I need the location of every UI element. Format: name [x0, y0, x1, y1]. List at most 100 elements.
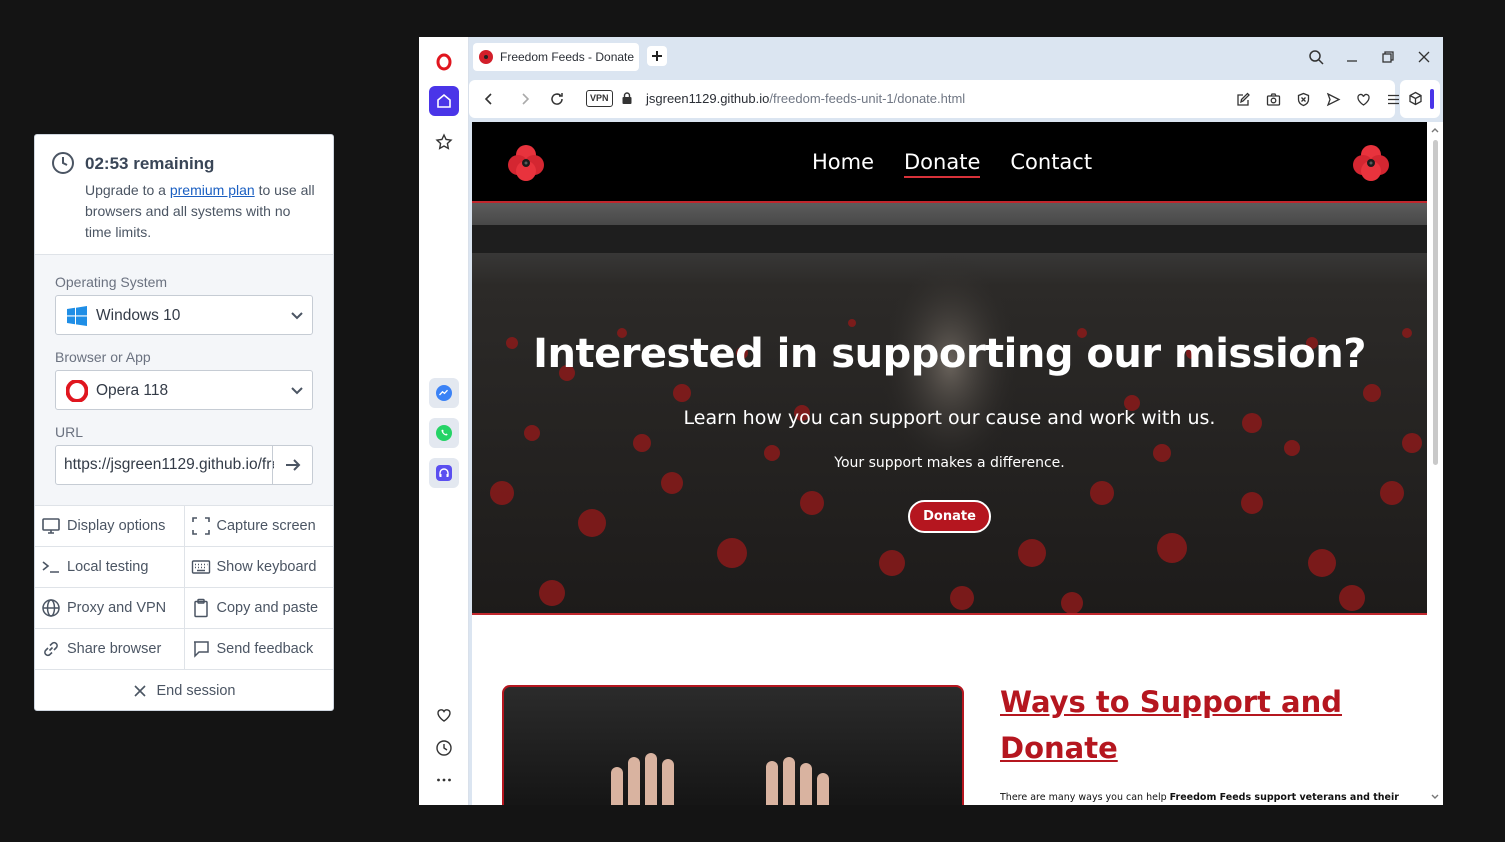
minimize-button[interactable]	[1342, 47, 1362, 67]
scroll-down-icon[interactable]	[1430, 792, 1440, 802]
send-feedback-label: Send feedback	[216, 641, 314, 657]
home-button[interactable]	[429, 86, 459, 116]
browser-window: Freedom Feeds - Donate VPN jsgreen1129.g…	[419, 37, 1443, 805]
browser-label: Browser or App	[55, 349, 151, 365]
arrow-right-icon	[285, 459, 300, 471]
shield-icon	[1297, 92, 1309, 106]
share-browser-label: Share browser	[67, 641, 162, 657]
forward-button[interactable]	[515, 89, 535, 109]
bookmark-heart-button[interactable]	[1354, 90, 1372, 108]
new-tab-button[interactable]	[647, 46, 667, 66]
poppy-favicon-icon	[479, 50, 493, 64]
clipboard-icon	[193, 598, 208, 618]
reload-icon	[551, 93, 563, 105]
heart-icon	[1356, 93, 1370, 106]
clock-icon	[52, 152, 74, 174]
display-options-button[interactable]: Display options	[35, 506, 185, 546]
feedback-icon	[193, 641, 209, 658]
support-heading[interactable]: Ways to Support and Donate	[1000, 679, 1400, 771]
more-button[interactable]	[429, 765, 459, 795]
nav-home-link[interactable]: Home	[812, 150, 874, 178]
session-panel: 02:53 remaining Upgrade to a premium pla…	[34, 134, 334, 711]
send-icon	[1326, 92, 1340, 106]
end-session-button[interactable]: End session	[35, 671, 333, 710]
os-select[interactable]: Windows 10	[55, 295, 313, 335]
extensions-button[interactable]	[1400, 80, 1440, 118]
tab-freedom-feeds[interactable]: Freedom Feeds - Donate	[473, 43, 639, 71]
proxy-vpn-button[interactable]: Proxy and VPN	[35, 588, 185, 628]
local-testing-button[interactable]: Local testing	[35, 547, 185, 587]
home-icon	[437, 93, 451, 108]
show-keyboard-label: Show keyboard	[216, 559, 317, 575]
share-browser-button[interactable]: Share browser	[35, 629, 185, 669]
reload-button[interactable]	[547, 89, 567, 109]
session-actions: Display options Capture screen Local tes…	[35, 506, 333, 670]
url-label: URL	[55, 424, 84, 440]
send-feedback-button[interactable]: Send feedback	[185, 629, 334, 669]
nav-donate-link[interactable]: Donate	[904, 150, 981, 178]
chevron-down-icon	[291, 312, 303, 320]
capture-screen-button[interactable]: Capture screen	[185, 506, 334, 546]
opera-logo-icon	[436, 53, 452, 71]
opera-icon	[66, 380, 88, 402]
copy-paste-button[interactable]: Copy and paste	[185, 588, 334, 628]
opera-menu-button[interactable]	[429, 47, 459, 77]
url-path: /freedom-feeds-unit-1/donate.html	[769, 91, 966, 106]
nav-contact-link[interactable]: Contact	[1010, 150, 1092, 178]
display-options-label: Display options	[67, 518, 166, 534]
support-text-pre: There are many ways you can help	[1000, 792, 1167, 803]
messenger-button[interactable]	[429, 378, 459, 408]
snapshot-button[interactable]	[1264, 90, 1282, 108]
pinboard-button[interactable]	[429, 127, 459, 157]
premium-plan-link[interactable]: premium plan	[170, 182, 255, 198]
keyboard-icon	[191, 560, 210, 574]
tab-title: Freedom Feeds - Donate	[500, 50, 635, 64]
messenger-icon	[436, 385, 452, 401]
edit-button[interactable]	[1234, 90, 1252, 108]
site-nav-links: Home Donate Contact	[812, 150, 1092, 178]
donate-button[interactable]: Donate	[908, 500, 991, 533]
whatsapp-button[interactable]	[429, 418, 459, 448]
whatsapp-icon	[436, 425, 452, 441]
close-icon	[133, 685, 146, 697]
monitor-icon	[42, 518, 60, 534]
back-button[interactable]	[479, 89, 499, 109]
go-button[interactable]	[272, 446, 312, 484]
cube-icon	[1409, 91, 1422, 106]
capture-screen-label: Capture screen	[216, 518, 316, 534]
end-session-label: End session	[156, 683, 236, 699]
send-button[interactable]	[1324, 90, 1342, 108]
page-scrollbar[interactable]	[1427, 122, 1443, 805]
url-display[interactable]: jsgreen1129.github.io/freedom-feeds-unit…	[646, 91, 965, 106]
hands-image	[502, 685, 964, 805]
adblock-button[interactable]	[1294, 90, 1312, 108]
music-player-button[interactable]	[429, 458, 459, 488]
scroll-up-icon[interactable]	[1430, 125, 1440, 135]
tab-bar: Freedom Feeds - Donate	[469, 37, 1443, 77]
support-text-bold: Freedom Feeds support veterans and their	[1169, 792, 1399, 803]
close-window-button[interactable]	[1414, 47, 1434, 67]
history-button[interactable]	[429, 733, 459, 763]
favorites-button[interactable]	[429, 700, 459, 730]
url-field	[55, 445, 313, 485]
restore-button[interactable]	[1378, 47, 1398, 67]
hero-subtitle: Learn how you can support our cause and …	[683, 407, 1216, 429]
windows-icon	[67, 306, 87, 326]
clock-icon	[436, 740, 452, 756]
vpn-badge[interactable]: VPN	[586, 90, 613, 107]
heart-icon	[437, 709, 451, 722]
upgrade-text-pre: Upgrade to a	[85, 182, 166, 198]
search-tabs-button[interactable]	[1306, 47, 1326, 67]
plus-icon	[652, 51, 662, 61]
web-page: Home Donate Contact Interested in suppor…	[472, 122, 1443, 805]
url-input[interactable]	[56, 446, 274, 484]
poppy-logo-icon[interactable]	[505, 142, 547, 184]
show-keyboard-button[interactable]: Show keyboard	[185, 547, 334, 587]
link-icon	[44, 641, 58, 657]
scrollbar-thumb[interactable]	[1433, 140, 1438, 465]
browser-value: Opera 118	[96, 382, 169, 399]
browser-select[interactable]: Opera 118	[55, 370, 313, 410]
star-icon	[435, 133, 453, 150]
poppy-logo-icon	[1353, 145, 1389, 181]
globe-icon	[42, 599, 60, 617]
